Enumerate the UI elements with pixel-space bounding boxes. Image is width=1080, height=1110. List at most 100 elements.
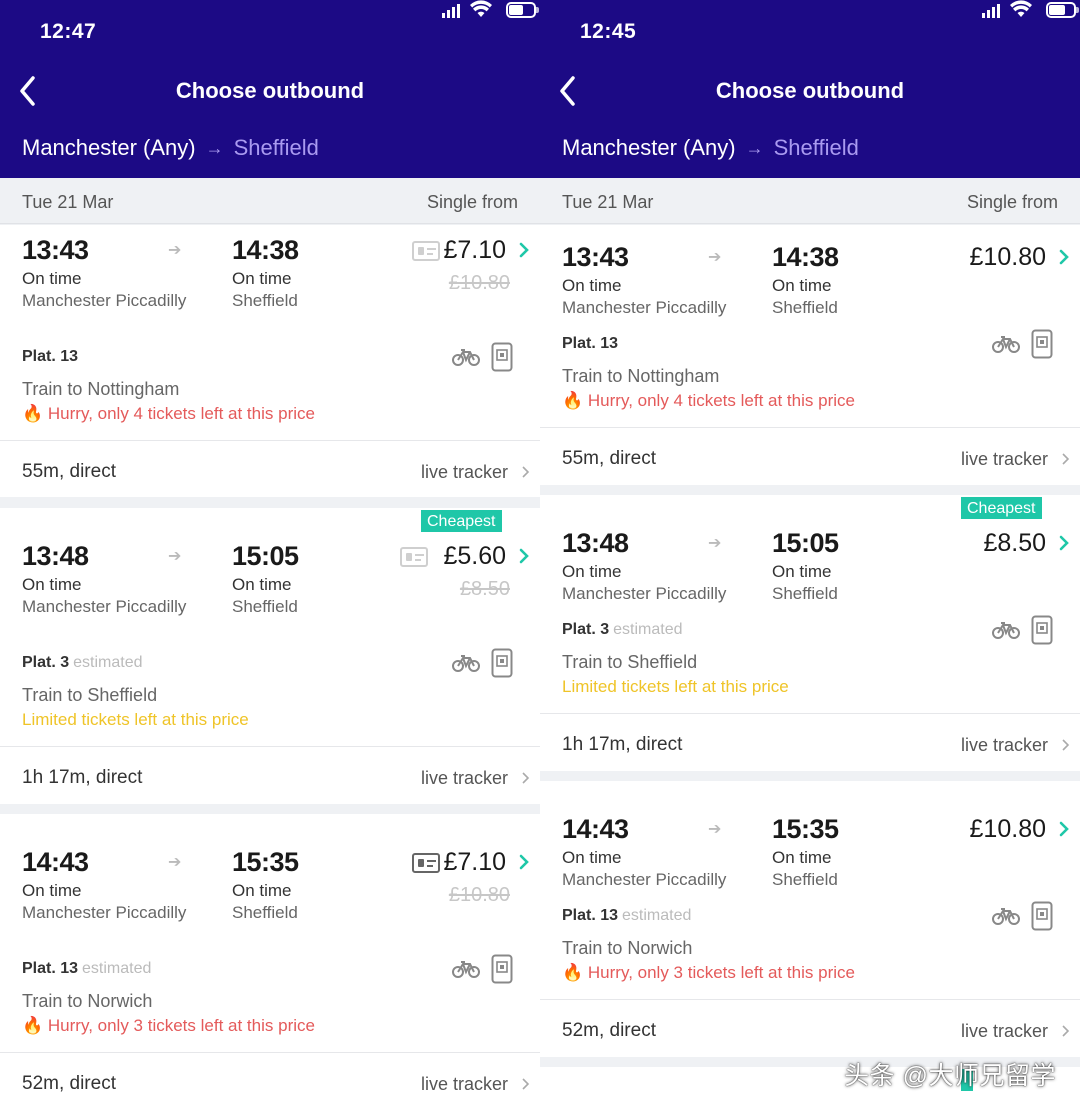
journey-duration: 55m, direct — [22, 461, 116, 482]
bike-icon — [452, 349, 480, 366]
chevron-right-icon[interactable] — [518, 241, 530, 259]
ticket-alert: 🔥 Hurry, only 3 tickets left at this pri… — [22, 1016, 315, 1036]
app-header: 12:45 Choose outbound Manchester (Any) →… — [540, 0, 1080, 178]
ticket-alert: 🔥 Hurry, only 3 tickets left at this pri… — [562, 963, 855, 983]
journey-card[interactable]: 13:43 ➔ 14:38 On time On time Manchester… — [540, 225, 1080, 485]
railcard-icon — [412, 241, 440, 261]
arrive-status: On time — [232, 269, 292, 288]
date-row: Tue 21 Mar Single from — [540, 180, 1080, 224]
arrive-time: 15:35 — [772, 814, 839, 844]
single-from-label: Single from — [966, 192, 1058, 212]
to-station: Sheffield — [232, 903, 298, 922]
route-summary[interactable]: Manchester (Any) → Sheffield — [562, 135, 859, 161]
screen-left: 12:47 Choose outbound Manchester (Any) →… — [0, 0, 540, 1110]
from-station: Manchester Piccadilly — [22, 291, 187, 310]
price: £10.80 — [969, 815, 1046, 843]
from-station: Manchester Piccadilly — [22, 597, 187, 616]
travel-date: Tue 21 Mar — [562, 192, 654, 212]
live-tracker-link[interactable]: live tracker — [421, 462, 508, 483]
live-tracker-link[interactable]: live tracker — [961, 735, 1048, 756]
cheapest-badge: Cheapest — [961, 497, 1042, 519]
to-station: Sheffield — [772, 870, 838, 889]
platform: Plat. 3 estimated — [22, 654, 143, 672]
journey-duration: 1h 17m, direct — [22, 767, 143, 788]
depart-time: 14:43 — [562, 814, 629, 844]
flame-icon: 🔥 — [562, 391, 584, 410]
live-tracker-link[interactable]: live tracker — [421, 1074, 508, 1095]
journey-card[interactable]: Cheapest 13:48 ➔ 15:05 On time On time M… — [0, 508, 540, 804]
destination-station: Sheffield — [773, 135, 859, 160]
price: £8.50 — [983, 529, 1046, 557]
depart-time: 13:48 — [562, 528, 629, 558]
live-tracker-link[interactable]: live tracker — [961, 1021, 1048, 1042]
journey-card[interactable]: 13:43 ➔ 14:38 On time On time Manchester… — [0, 225, 540, 497]
divider — [0, 746, 540, 747]
railcard-icon — [400, 547, 428, 567]
platform-number: Plat. 13 — [22, 348, 79, 365]
to-station: Sheffield — [232, 291, 298, 310]
bike-icon — [452, 961, 480, 978]
depart-status: On time — [22, 575, 82, 594]
platform-number: Plat. 13 — [562, 335, 619, 352]
chevron-right-icon[interactable] — [1060, 1024, 1070, 1038]
journey-card[interactable]: Cheapest 13:48 ➔ 15:05 On time On time M… — [540, 495, 1080, 771]
platform-note: estimated — [82, 960, 152, 977]
journey-card[interactable]: 14:43 ➔ 15:35 On time On time Manchester… — [0, 814, 540, 1110]
destination-station: Sheffield — [233, 135, 319, 160]
platform-note: estimated — [622, 907, 692, 924]
chevron-right-icon[interactable] — [1058, 248, 1070, 266]
single-from-label: Single from — [426, 192, 518, 212]
chevron-right-icon[interactable] — [1058, 534, 1070, 552]
live-tracker-link[interactable]: live tracker — [421, 768, 508, 789]
divider — [0, 1052, 540, 1053]
depart-status: On time — [562, 562, 622, 581]
original-price: £10.80 — [448, 884, 510, 906]
mobile-ticket-icon — [1031, 329, 1053, 359]
ticket-alert: 🔥 Hurry, only 4 tickets left at this pri… — [562, 391, 855, 411]
chevron-right-icon[interactable] — [520, 771, 530, 785]
time-arrow-icon: ➔ — [168, 242, 182, 259]
battery-icon — [506, 2, 540, 18]
railcard-icon — [412, 853, 440, 873]
bike-icon — [992, 908, 1020, 925]
journey-duration: 1h 17m, direct — [562, 734, 683, 755]
app-header: 12:47 Choose outbound Manchester (Any) →… — [0, 0, 540, 178]
route-summary[interactable]: Manchester (Any) → Sheffield — [22, 135, 319, 161]
from-station: Manchester Piccadilly — [562, 298, 727, 317]
chevron-right-icon[interactable] — [520, 465, 530, 479]
status-icons — [380, 0, 540, 50]
route-arrow-icon: → — [205, 137, 224, 158]
from-station: Manchester Piccadilly — [562, 584, 727, 603]
to-station: Sheffield — [772, 298, 838, 317]
chevron-right-icon[interactable] — [520, 1077, 530, 1091]
time-arrow-icon: ➔ — [708, 821, 722, 838]
from-station: Manchester Piccadilly — [22, 903, 187, 922]
chevron-right-icon[interactable] — [1060, 452, 1070, 466]
ticket-alert-text: Hurry, only 3 tickets left at this price — [587, 963, 855, 982]
watermark: 头条 @大师兄留学 — [844, 1062, 1056, 1090]
platform: Plat. 13 estimated — [22, 960, 151, 978]
bike-icon — [452, 655, 480, 672]
chevron-right-icon[interactable] — [518, 547, 530, 565]
route-arrow-icon: → — [745, 137, 764, 158]
depart-time: 13:43 — [562, 242, 629, 272]
mobile-ticket-icon — [491, 648, 513, 678]
train-destination: Train to Norwich — [562, 938, 693, 958]
wifi-icon — [1010, 0, 1032, 17]
divider — [540, 427, 1080, 428]
price: £10.80 — [969, 243, 1046, 271]
page-title: Choose outbound — [715, 78, 905, 103]
chevron-right-icon[interactable] — [1058, 820, 1070, 838]
flame-icon: 🔥 — [22, 404, 44, 423]
mobile-ticket-icon — [491, 342, 513, 372]
chevron-right-icon[interactable] — [1060, 738, 1070, 752]
live-tracker-link[interactable]: live tracker — [961, 449, 1048, 470]
original-price: £10.80 — [448, 272, 510, 294]
ticket-alert-text: Hurry, only 4 tickets left at this price — [47, 404, 315, 423]
journey-card[interactable]: 14:43 ➔ 15:35 On time On time Manchester… — [540, 781, 1080, 1057]
train-destination: Train to Sheffield — [562, 652, 698, 672]
bike-icon — [992, 336, 1020, 353]
chevron-right-icon[interactable] — [518, 853, 530, 871]
screen-right: 12:45 Choose outbound Manchester (Any) →… — [540, 0, 1080, 1110]
to-station: Sheffield — [772, 584, 838, 603]
